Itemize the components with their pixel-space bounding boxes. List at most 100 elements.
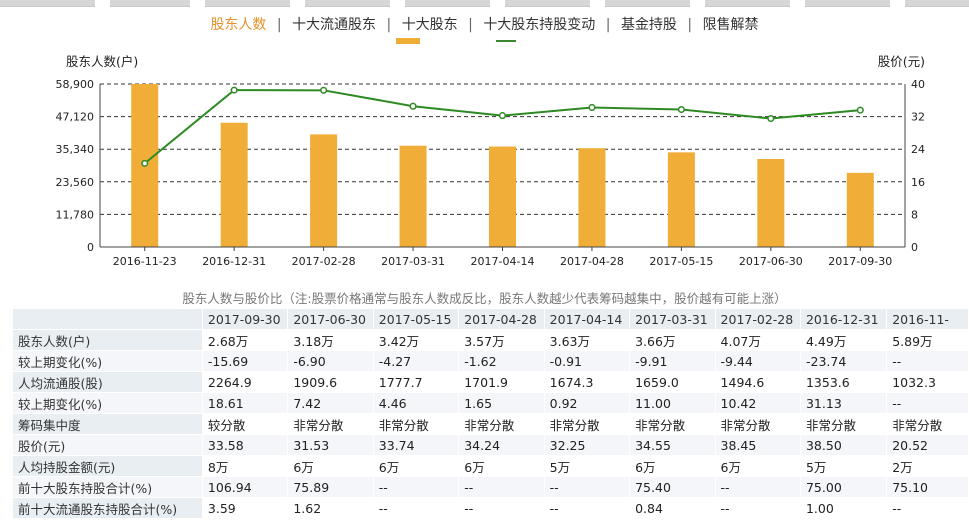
table-row: 人均持股金额(元) 8万 6万 6万 6万 5万 6万 6万 5万 2万 <box>12 455 969 477</box>
table-cell: 非常分散 <box>372 413 460 435</box>
table-cell: 3.42万 <box>372 329 460 351</box>
table-cell: 34.24 <box>458 434 545 456</box>
table-cell: 32.25 <box>543 434 631 456</box>
table-cell: 8万 <box>201 455 289 477</box>
table-cell: 5.89万 <box>886 329 969 351</box>
table-row-label: 前十大流通股东持股合计(%) <box>12 497 203 519</box>
x-tick-label: 2017-04-28 <box>560 255 624 268</box>
table-cell: 1.00 <box>799 497 888 519</box>
table-cell: 0.84 <box>629 497 716 519</box>
y-right-tick-label: 24 <box>911 143 925 156</box>
table-cell: 1032.3 <box>886 371 969 393</box>
table-cell: 非常分散 <box>458 413 545 435</box>
table-corner-cell <box>12 308 203 330</box>
table-cell: -- <box>714 476 801 498</box>
table-cell: 1777.7 <box>372 371 460 393</box>
table-cell: 非常分散 <box>629 413 716 435</box>
chart-bar <box>578 148 606 247</box>
table-cell: -- <box>372 497 460 519</box>
x-tick-label: 2016-11-23 <box>113 255 177 268</box>
x-tick-label: 2017-03-31 <box>381 255 445 268</box>
table-cell: 75.10 <box>886 476 969 498</box>
table-row: 较上期变化(%) 18.61 7.42 4.46 1.65 0.92 11.00 10.42 3… <box>12 392 969 414</box>
table-cell: -23.74 <box>799 350 888 372</box>
table-cell: 1909.6 <box>287 371 374 393</box>
table-cell: 38.45 <box>714 434 801 456</box>
table-cell: 6万 <box>372 455 460 477</box>
y-left-tick-label: 35,340 <box>56 143 95 156</box>
table-header-row: 2017-09-30 2017-06-30 2017-05-15 2017-04-28… <box>12 308 969 330</box>
table-cell: 2264.9 <box>201 371 289 393</box>
table-cell: -6.90 <box>287 350 374 372</box>
table-cell: 非常分散 <box>714 413 801 435</box>
table-cell: -- <box>714 497 801 519</box>
chart-bar <box>667 152 695 247</box>
y-axis-left-label: 股东人数(户) <box>66 54 138 69</box>
shareholder-data-table: 2017-09-30 2017-06-30 2017-05-15 2017-04-28… <box>12 308 969 519</box>
table-cell: 7.42 <box>287 392 374 414</box>
table-column-header: 2017-09-30 <box>201 308 289 330</box>
chart-bars <box>131 84 874 247</box>
price-point <box>141 159 149 167</box>
table-cell: -- <box>543 497 631 519</box>
table-cell: -1.62 <box>458 350 545 372</box>
y-axis-right-label: 股价(元) <box>878 54 925 69</box>
chart-bar <box>220 122 248 247</box>
table-cell: -4.27 <box>372 350 460 372</box>
table-row-label: 人均持股金额(元) <box>12 455 203 477</box>
table-column-header: 2017-05-15 <box>372 308 460 330</box>
table-cell: 3.57万 <box>458 329 545 351</box>
table-cell: 31.13 <box>799 392 888 414</box>
table-row: 股东人数(户) 2.68万 3.18万 3.42万 3.57万 3.63万 3.66万 4.0… <box>12 329 969 351</box>
table-column-header: 2017-04-28 <box>458 308 545 330</box>
chart-caption: 股东人数与股价比（注:股票价格通常与股东人数成反比，股东人数越少代表筹码越集中，… <box>182 291 787 306</box>
table-cell: 2万 <box>886 455 969 477</box>
table-cell: 31.53 <box>287 434 374 456</box>
y-right-tick-label: 8 <box>911 208 918 221</box>
chart-bar <box>310 134 338 247</box>
chart-bar <box>399 145 427 247</box>
x-tick-label: 2017-05-15 <box>649 255 713 268</box>
x-tick-label: 2016-12-31 <box>202 255 266 268</box>
table-row: 前十大股东持股合计(%) 106.94 75.89 -- -- -- 75.40 -- 75.0… <box>12 476 969 498</box>
table-cell: 1701.9 <box>458 371 545 393</box>
y-right-tick-label: 32 <box>911 111 925 124</box>
y-left-tick-label: 58,900 <box>56 78 95 91</box>
shareholder-price-chart: 0 0 11,780 8 23,560 16 35,340 24 47,120 32 58,900 4… <box>56 54 926 268</box>
price-point <box>767 114 775 123</box>
table-row: 较上期变化(%) -15.69 -6.90 -4.27 -1.62 -0.91 -9.91-… <box>12 350 969 372</box>
table-column-header: 2017-03-31 <box>629 308 716 330</box>
table-cell: -- <box>372 476 460 498</box>
table-cell: 10.42 <box>714 392 801 414</box>
table-cell: -- <box>543 476 631 498</box>
table-cell: 3.66万 <box>629 329 716 351</box>
table-cell: 1.62 <box>287 497 374 519</box>
table-cell: -- <box>458 476 545 498</box>
table-cell: 106.94 <box>201 476 289 498</box>
table-body: 股东人数(户) 2.68万 3.18万 3.42万 3.57万 3.63万 3.66万 4.0… <box>12 329 969 519</box>
table-cell: 非常分散 <box>799 413 888 435</box>
x-tick-label: 2017-02-28 <box>292 255 356 268</box>
table-column-header: 2017-06-30 <box>287 308 374 330</box>
table-cell: 3.18万 <box>287 329 374 351</box>
table-cell: -9.91 <box>629 350 716 372</box>
table-cell: 较分散 <box>201 413 289 435</box>
y-left-tick-label: 23,560 <box>56 176 95 189</box>
table-cell: 0.92 <box>543 392 631 414</box>
table-row-label: 前十大股东持股合计(%) <box>12 476 203 498</box>
table-cell: 38.50 <box>799 434 888 456</box>
price-point <box>230 86 238 94</box>
table-cell: 75.40 <box>629 476 716 498</box>
table-cell: 1353.6 <box>799 371 888 393</box>
chart-bar <box>489 146 516 247</box>
table-cell: 75.89 <box>287 476 374 498</box>
table-row: 股价(元) 33.58 31.53 33.74 34.24 32.25 34.55 38.45… <box>12 434 969 456</box>
table-row-label: 较上期变化(%) <box>12 392 203 414</box>
y-right-tick-label: 16 <box>911 176 925 189</box>
price-point <box>498 112 507 120</box>
table-column-header: 2017-02-28 <box>714 308 801 330</box>
table-cell: 5万 <box>543 455 631 477</box>
price-point <box>677 105 685 114</box>
table-cell: -- <box>886 497 969 519</box>
price-point <box>856 106 864 114</box>
